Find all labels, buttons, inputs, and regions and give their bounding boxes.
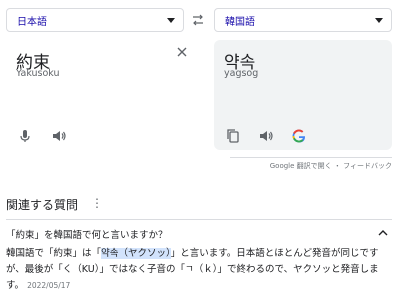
answer-highlight: 약속（ヤクソッ） xyxy=(101,248,171,259)
related-questions-heading: 関連する質問 xyxy=(6,198,79,212)
question-answer: 韓国語で「約束」は「약속（ヤクソッ）」と言います。日本語とほとんど発音が同じです… xyxy=(6,246,394,294)
chevron-up-icon[interactable] xyxy=(376,226,390,240)
target-language-label: 韓国語 xyxy=(225,16,255,28)
related-question[interactable]: 「約束」を韓国語で何と言いますか？ xyxy=(6,227,168,241)
speaker-icon[interactable] xyxy=(257,127,275,145)
swap-languages-icon[interactable] xyxy=(190,12,206,28)
more-options-icon[interactable]: ⋮ xyxy=(91,196,103,210)
google-logo-icon[interactable] xyxy=(290,127,308,145)
translation-panel: 약속 yagsog xyxy=(214,40,392,150)
source-text-panel[interactable]: 約束 Yakusoku xyxy=(6,40,192,150)
footer-separator: ・ xyxy=(333,162,341,170)
speaker-icon[interactable] xyxy=(50,127,68,145)
open-in-google-translate-link[interactable]: Google 翻訳で開く xyxy=(270,162,332,170)
answer-text-start: 韓国語で「約束」は「 xyxy=(6,248,102,259)
caret-down-icon xyxy=(167,18,175,23)
divider xyxy=(6,219,392,220)
source-transliteration: Yakusoku xyxy=(16,68,60,79)
source-language-label: 日本語 xyxy=(17,16,47,28)
target-language-select[interactable]: 韓国語 xyxy=(214,8,392,32)
feedback-link[interactable]: フィードバック xyxy=(343,162,392,170)
divider xyxy=(230,157,392,158)
copy-icon[interactable] xyxy=(224,127,242,145)
close-icon[interactable] xyxy=(174,44,190,60)
microphone-icon[interactable] xyxy=(16,127,34,145)
caret-down-icon xyxy=(375,18,383,23)
translate-footer: Google 翻訳で開く ・ フィードバック xyxy=(270,161,392,171)
target-transliteration: yagsog xyxy=(224,68,259,79)
source-language-select[interactable]: 日本語 xyxy=(6,8,184,32)
answer-date: 2022/05/17 xyxy=(27,281,71,290)
